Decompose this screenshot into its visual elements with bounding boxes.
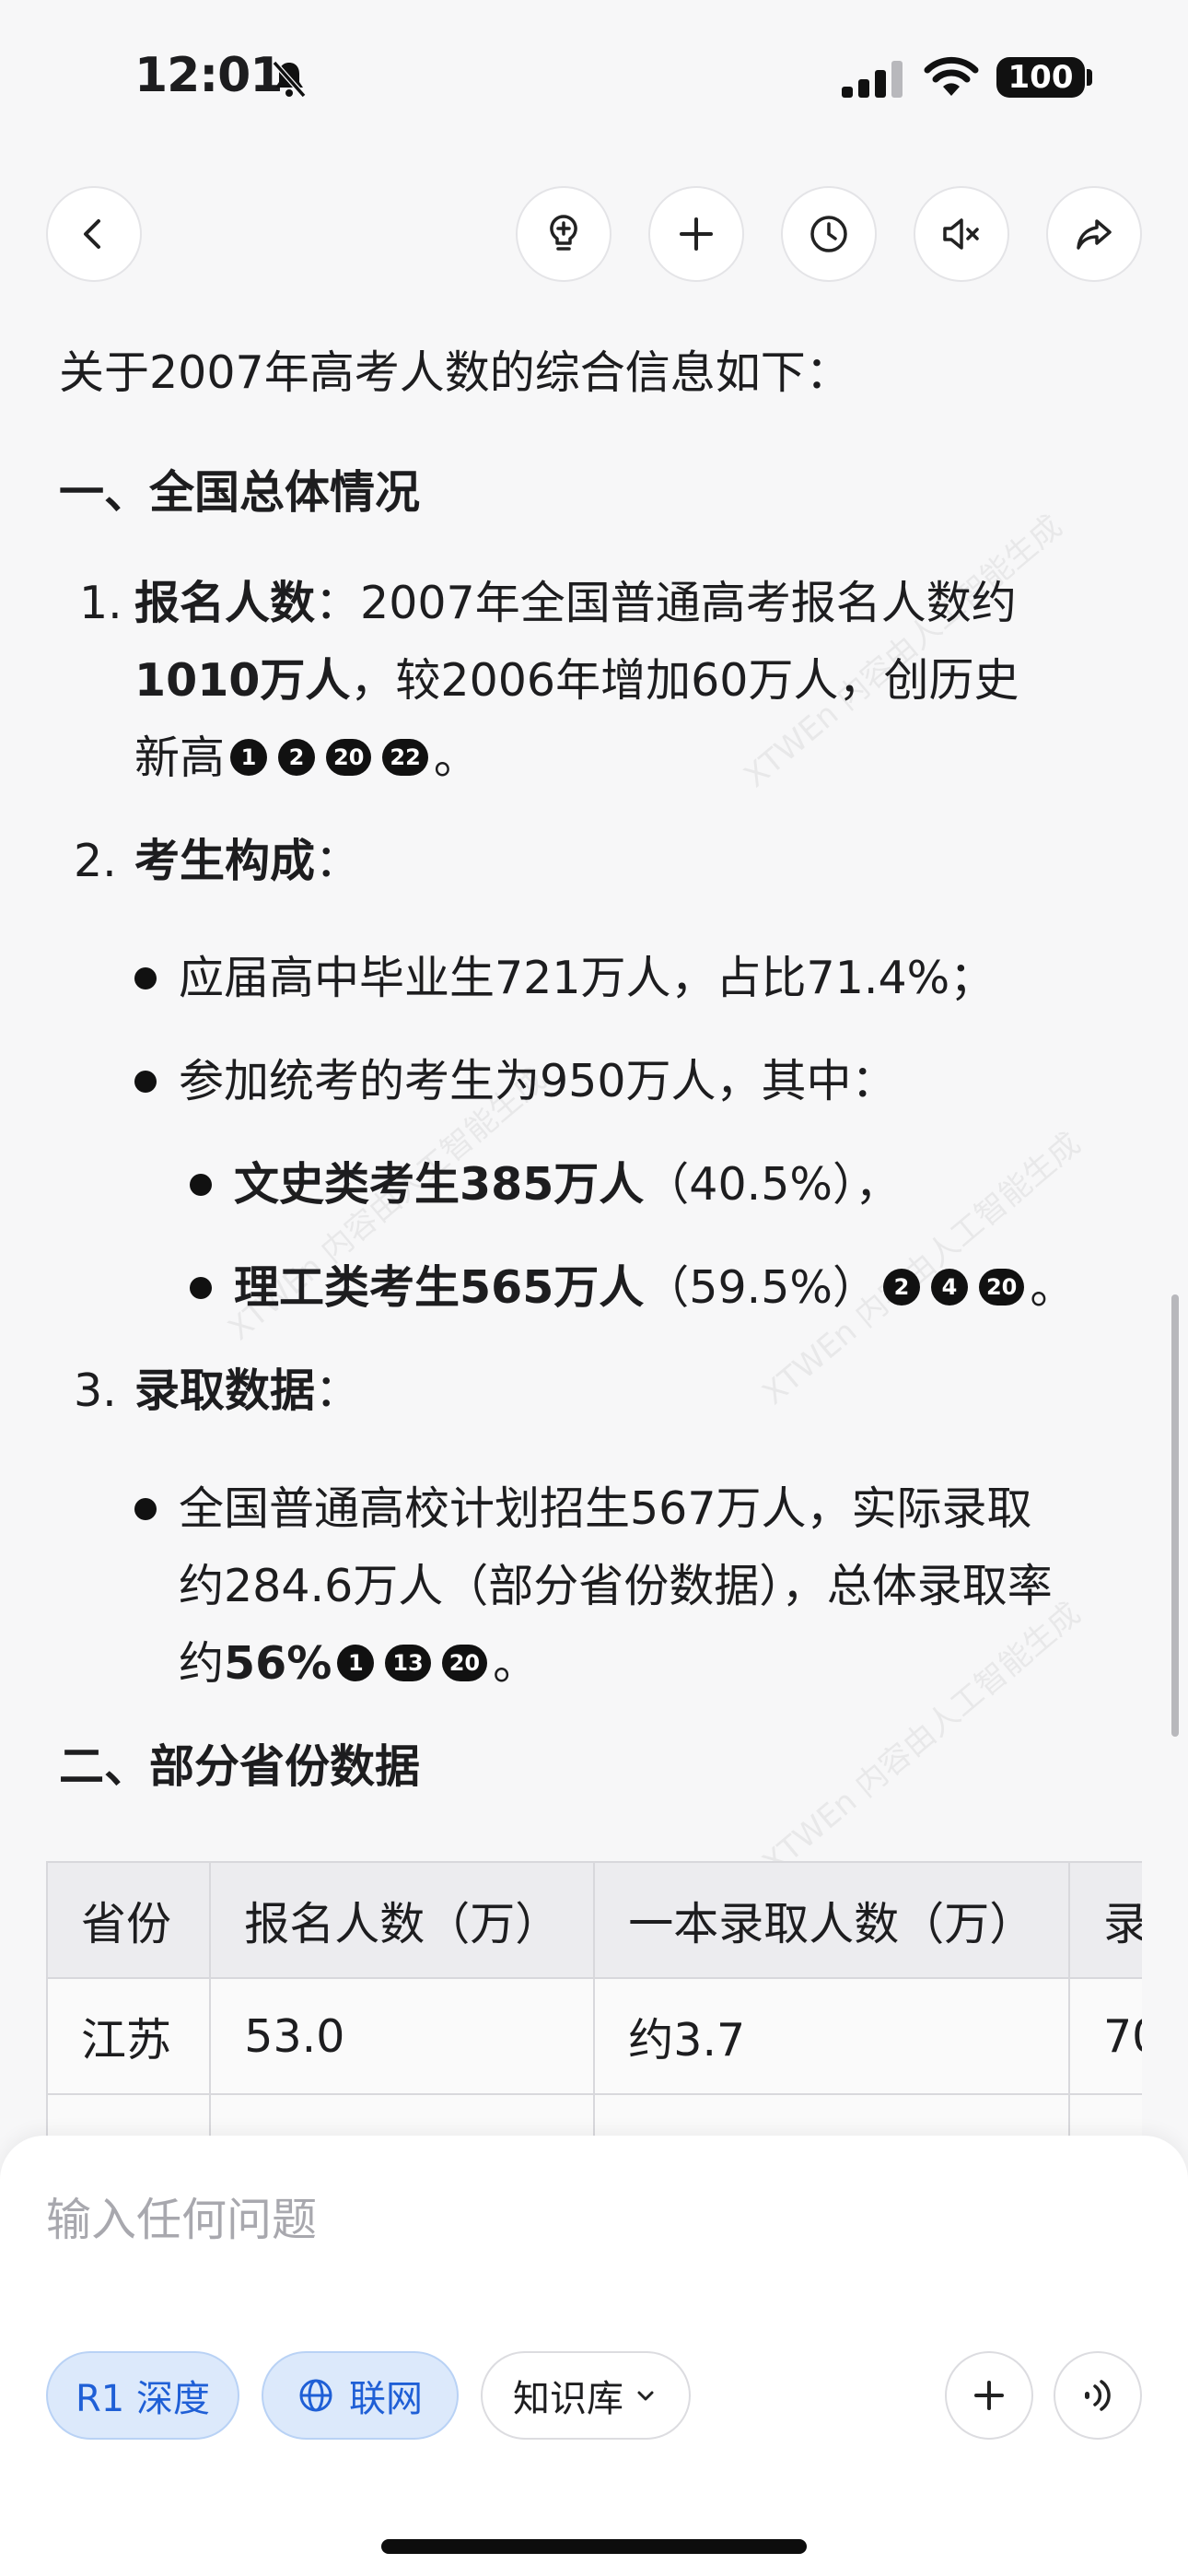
citation-badge[interactable]: 2	[278, 738, 316, 776]
message-composer: 输入任何问题 R1 深度 联网 知识库	[0, 2136, 1188, 2576]
section-1-heading: 一、全国总体情况	[59, 466, 421, 519]
bullet-text: 参加统考的考生为950万人，其中：	[179, 1055, 897, 1107]
list-number: 1.	[79, 577, 122, 629]
lightbulb-plus-icon	[550, 215, 577, 251]
battery-indicator: 100	[996, 57, 1085, 98]
bullet-dot	[134, 967, 157, 989]
speaker-muted-icon	[943, 218, 979, 250]
intro-text: 关于2007年高考人数的综合信息如下：	[59, 346, 851, 399]
battery-cap	[1087, 69, 1092, 86]
table-cell: 江苏	[46, 1977, 212, 2095]
cellular-signal-icon	[842, 61, 903, 98]
r1-deep-think-toggle[interactable]: R1 深度	[46, 2351, 239, 2440]
table-cell: 70	[1067, 1977, 1142, 2095]
citation-badge[interactable]: 1	[337, 1644, 375, 1681]
admission-rate: 56%	[224, 1637, 332, 1690]
chevron-left-icon	[84, 219, 100, 249]
table-header: 省份	[46, 1861, 212, 1979]
status-bar: 12:01 100	[0, 0, 1188, 157]
web-search-label: 联网	[349, 2378, 423, 2420]
status-time: 12:01	[134, 48, 284, 103]
wifi-icon	[924, 56, 979, 96]
table-header: 报名人数（万）	[209, 1861, 596, 1979]
table-header-row: 省份 报名人数（万） 一本录取人数（万） 录	[46, 1861, 1142, 1979]
share-arrow-icon	[1077, 219, 1112, 250]
home-indicator	[381, 2539, 807, 2554]
bullet-dot	[190, 1174, 212, 1196]
bullet-text: 全国普通高校计划招生567万人，实际录取 约284.6万人（部分省份数据），总体…	[179, 1482, 1053, 1690]
item-1-label: 报名人数	[134, 577, 316, 629]
table-header: 录	[1067, 1861, 1142, 1979]
bullet-dot	[134, 1498, 157, 1520]
citation-badge[interactable]: 20	[978, 1268, 1025, 1306]
table-header: 一本录取人数（万）	[593, 1861, 1070, 1979]
message-input[interactable]: 输入任何问题	[46, 2184, 317, 2249]
mute-button[interactable]	[914, 186, 1009, 282]
citation-badge[interactable]: 2	[882, 1268, 920, 1306]
plus-icon	[680, 217, 713, 251]
list-number: 3.	[74, 1364, 117, 1417]
sound-wave-icon	[1085, 2380, 1111, 2411]
section-2-heading: 二、部分省份数据	[59, 1740, 421, 1793]
sub-bullet-liberal-arts: 文史类考生385万人（40.5%），	[234, 1158, 901, 1211]
share-button[interactable]	[1046, 186, 1142, 282]
citation-badge[interactable]: 4	[930, 1268, 968, 1306]
citation-badge[interactable]: 1	[230, 738, 268, 776]
bullet-dot	[134, 1071, 157, 1093]
citation-badge[interactable]: 22	[382, 738, 428, 776]
item-3-title: 录取数据：	[134, 1364, 361, 1417]
citation-badge[interactable]: 20	[441, 1644, 488, 1681]
web-search-toggle[interactable]: 联网	[262, 2351, 459, 2440]
knowledge-base-dropdown[interactable]: 知识库	[481, 2351, 691, 2440]
back-button[interactable]	[46, 186, 142, 282]
bullet-text: 应届高中毕业生721万人，占比71.4%；	[179, 952, 996, 1004]
history-button[interactable]	[781, 186, 877, 282]
r1-deep-think-label: R1 深度	[76, 2378, 210, 2420]
table-cell: 53.0	[209, 1977, 596, 2095]
knowledge-base-label: 知识库	[513, 2378, 623, 2420]
item-2-title: 考生构成：	[134, 835, 361, 887]
idea-button[interactable]	[516, 186, 611, 282]
chevron-down-icon	[637, 2391, 654, 2401]
plus-icon	[974, 2381, 1004, 2410]
bullet-dot	[190, 1277, 212, 1299]
citation-badge[interactable]: 20	[326, 738, 372, 776]
citation-badge[interactable]: 13	[385, 1644, 431, 1681]
table-row: 江苏 53.0 约3.7 70	[46, 1977, 1142, 2095]
enrollment-total: 1010万人	[134, 654, 351, 707]
list-number: 2.	[74, 835, 117, 887]
item-1-text: 报名人数：2007年全国普通高考报名人数约 1010万人，较2006年增加60万…	[134, 577, 1019, 784]
new-chat-button[interactable]	[648, 186, 744, 282]
voice-button[interactable]	[1054, 2351, 1142, 2440]
table-cell: 约3.7	[593, 1977, 1070, 2095]
vertical-scrollbar[interactable]	[1171, 1294, 1179, 1737]
sub-bullet-science: 理工类考生565万人（59.5%） 2 4 20。	[234, 1261, 1076, 1314]
attach-button[interactable]	[945, 2351, 1033, 2440]
globe-icon	[299, 2379, 332, 2412]
clock-icon	[810, 216, 847, 252]
mute-bell-icon	[272, 61, 307, 98]
